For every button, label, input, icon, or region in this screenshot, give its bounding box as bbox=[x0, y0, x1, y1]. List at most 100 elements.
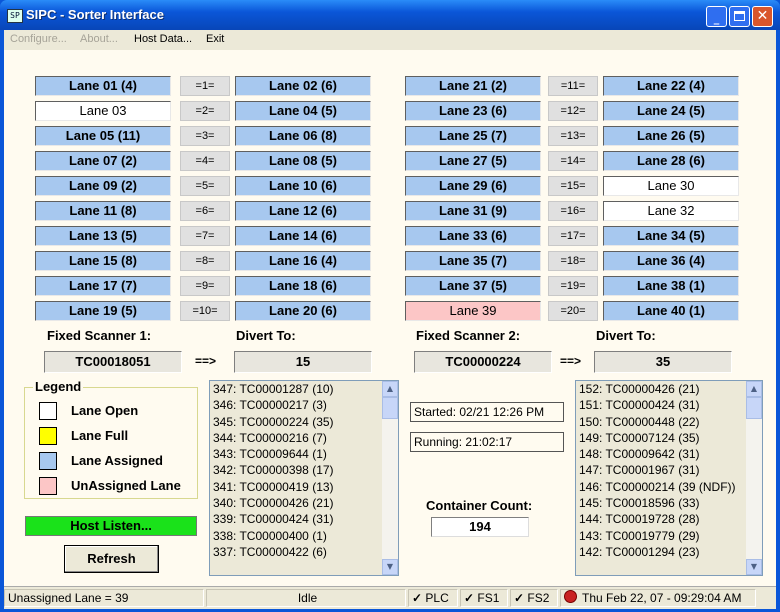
log-list-item[interactable]: 338: TC00000400 (1) bbox=[210, 528, 398, 544]
lane-button[interactable]: Lane 33 (6) bbox=[405, 226, 541, 246]
lane-button[interactable]: Lane 22 (4) bbox=[603, 76, 739, 96]
log-list-item[interactable]: 144: TC00019728 (28) bbox=[576, 511, 762, 527]
log-list-item[interactable]: 147: TC00001967 (31) bbox=[576, 462, 762, 478]
minimize-button[interactable]: _ bbox=[706, 6, 727, 27]
lane-button[interactable]: Lane 30 bbox=[603, 176, 739, 196]
lane-button[interactable]: Lane 18 (6) bbox=[235, 276, 371, 296]
checkmark-icon: ✓ bbox=[464, 591, 475, 605]
lane-button[interactable]: Lane 10 (6) bbox=[235, 176, 371, 196]
log-list-item[interactable]: 339: TC00000424 (31) bbox=[210, 511, 398, 527]
lane-button[interactable]: Lane 13 (5) bbox=[35, 226, 171, 246]
scanner2-log-items: 152: TC00000426 (21) 151: TC00000424 (31)… bbox=[576, 381, 762, 560]
menu-exit[interactable]: Exit bbox=[206, 33, 224, 45]
scrollbar-thumb[interactable] bbox=[382, 397, 398, 419]
scanner2-arrow: ==> bbox=[560, 354, 582, 368]
status-plc: ✓ PLC bbox=[408, 589, 458, 607]
lane-button[interactable]: Lane 25 (7) bbox=[405, 126, 541, 146]
log-list-item[interactable]: 343: TC00009644 (1) bbox=[210, 446, 398, 462]
application-window: SP SIPC - Sorter Interface _ ✕ Configure… bbox=[0, 0, 780, 612]
lane-button[interactable]: Lane 11 (8) bbox=[35, 201, 171, 221]
close-button[interactable]: ✕ bbox=[752, 6, 773, 27]
lane-button[interactable]: Lane 21 (2) bbox=[405, 76, 541, 96]
lane-button[interactable]: Lane 35 (7) bbox=[405, 251, 541, 271]
checkmark-icon: ✓ bbox=[412, 591, 423, 605]
lane-button[interactable]: Lane 28 (6) bbox=[603, 151, 739, 171]
lane-button[interactable]: Lane 05 (11) bbox=[35, 126, 171, 146]
log-list-item[interactable]: 340: TC00000426 (21) bbox=[210, 495, 398, 511]
lane-button[interactable]: Lane 02 (6) bbox=[235, 76, 371, 96]
lane-button[interactable]: Lane 24 (5) bbox=[603, 101, 739, 121]
lane-pair-label: =17= bbox=[548, 226, 598, 246]
log-list-item[interactable]: 150: TC00000448 (22) bbox=[576, 414, 762, 430]
scroll-up-arrow-icon[interactable]: ▲ bbox=[746, 381, 762, 397]
lane-button[interactable]: Lane 20 (6) bbox=[235, 301, 371, 321]
lane-button[interactable]: Lane 03 bbox=[35, 101, 171, 121]
maximize-button[interactable] bbox=[729, 6, 750, 27]
scrollbar-thumb[interactable] bbox=[746, 397, 762, 419]
log-list-item[interactable]: 145: TC00018596 (33) bbox=[576, 495, 762, 511]
refresh-button[interactable]: Refresh bbox=[64, 545, 159, 573]
log-list-item[interactable]: 146: TC00000214 (39 (NDF)) bbox=[576, 479, 762, 495]
scanner2-divert-label: Divert To: bbox=[596, 328, 656, 343]
scanner2-log-list[interactable]: 152: TC00000426 (21) 151: TC00000424 (31)… bbox=[575, 380, 763, 576]
scanner2-value: TC00000224 bbox=[414, 351, 552, 373]
lane-button[interactable]: Lane 06 (8) bbox=[235, 126, 371, 146]
lane-button[interactable]: Lane 27 (5) bbox=[405, 151, 541, 171]
log-list-item[interactable]: 142: TC00001294 (23) bbox=[576, 544, 762, 560]
log-list-item[interactable]: 149: TC00007124 (35) bbox=[576, 430, 762, 446]
lane-pair-label: =10= bbox=[180, 301, 230, 321]
lane-button[interactable]: Lane 32 bbox=[603, 201, 739, 221]
lane-button[interactable]: Lane 04 (5) bbox=[235, 101, 371, 121]
scanner1-value: TC00018051 bbox=[44, 351, 182, 373]
log-list-item[interactable]: 344: TC00000216 (7) bbox=[210, 430, 398, 446]
lane-button[interactable]: Lane 34 (5) bbox=[603, 226, 739, 246]
lane-button[interactable]: Lane 36 (4) bbox=[603, 251, 739, 271]
status-fs1: ✓ FS1 bbox=[460, 589, 508, 607]
lane-button[interactable]: Lane 40 (1) bbox=[603, 301, 739, 321]
lane-button[interactable]: Lane 14 (6) bbox=[235, 226, 371, 246]
scroll-down-arrow-icon[interactable]: ▼ bbox=[382, 559, 398, 575]
lane-button[interactable]: Lane 29 (6) bbox=[405, 176, 541, 196]
log-list-item[interactable]: 152: TC00000426 (21) bbox=[576, 381, 762, 397]
lane-button[interactable]: Lane 31 (9) bbox=[405, 201, 541, 221]
log-list-item[interactable]: 342: TC00000398 (17) bbox=[210, 462, 398, 478]
scanner2-log-scrollbar[interactable]: ▲ ▼ bbox=[746, 381, 762, 575]
log-list-item[interactable]: 346: TC00000217 (3) bbox=[210, 397, 398, 413]
title-bar[interactable]: SP SIPC - Sorter Interface _ ✕ bbox=[0, 0, 780, 30]
menu-host-data[interactable]: Host Data... bbox=[134, 33, 192, 45]
status-bar: Unassigned Lane = 39 Idle ✓ PLC ✓ FS1 ✓ … bbox=[4, 586, 776, 609]
log-list-item[interactable]: 347: TC00001287 (10) bbox=[210, 381, 398, 397]
legend-label-open: Lane Open bbox=[71, 403, 139, 418]
log-list-item[interactable]: 143: TC00019779 (29) bbox=[576, 528, 762, 544]
log-list-item[interactable]: 151: TC00000424 (31) bbox=[576, 397, 762, 413]
lane-pair-label: =3= bbox=[180, 126, 230, 146]
scanner1-log-scrollbar[interactable]: ▲ ▼ bbox=[382, 381, 398, 575]
menu-configure[interactable]: Configure... bbox=[10, 33, 67, 45]
lane-button[interactable]: Lane 08 (5) bbox=[235, 151, 371, 171]
log-list-item[interactable]: 345: TC00000224 (35) bbox=[210, 414, 398, 430]
lane-button[interactable]: Lane 15 (8) bbox=[35, 251, 171, 271]
lane-button[interactable]: Lane 19 (5) bbox=[35, 301, 171, 321]
lane-button[interactable]: Lane 26 (5) bbox=[603, 126, 739, 146]
lane-button[interactable]: Lane 38 (1) bbox=[603, 276, 739, 296]
running-time: Running: 21:02:17 bbox=[410, 432, 564, 452]
status-fs1-label: FS1 bbox=[477, 591, 500, 605]
lane-button[interactable]: Lane 37 (5) bbox=[405, 276, 541, 296]
log-list-item[interactable]: 148: TC00009642 (31) bbox=[576, 446, 762, 462]
lane-pair-label: =13= bbox=[548, 126, 598, 146]
scroll-down-arrow-icon[interactable]: ▼ bbox=[746, 559, 762, 575]
lane-button[interactable]: Lane 07 (2) bbox=[35, 151, 171, 171]
scanner1-divert-label: Divert To: bbox=[236, 328, 296, 343]
lane-button[interactable]: Lane 23 (6) bbox=[405, 101, 541, 121]
lane-button[interactable]: Lane 01 (4) bbox=[35, 76, 171, 96]
lane-button[interactable]: Lane 12 (6) bbox=[235, 201, 371, 221]
scanner1-log-list[interactable]: 347: TC00001287 (10) 346: TC00000217 (3) 3… bbox=[209, 380, 399, 576]
log-list-item[interactable]: 341: TC00000419 (13) bbox=[210, 479, 398, 495]
lane-button[interactable]: Lane 09 (2) bbox=[35, 176, 171, 196]
lane-button[interactable]: Lane 16 (4) bbox=[235, 251, 371, 271]
lane-button[interactable]: Lane 17 (7) bbox=[35, 276, 171, 296]
lane-button[interactable]: Lane 39 bbox=[405, 301, 541, 321]
menu-about[interactable]: About... bbox=[80, 33, 118, 45]
scroll-up-arrow-icon[interactable]: ▲ bbox=[382, 381, 398, 397]
log-list-item[interactable]: 337: TC00000422 (6) bbox=[210, 544, 398, 560]
